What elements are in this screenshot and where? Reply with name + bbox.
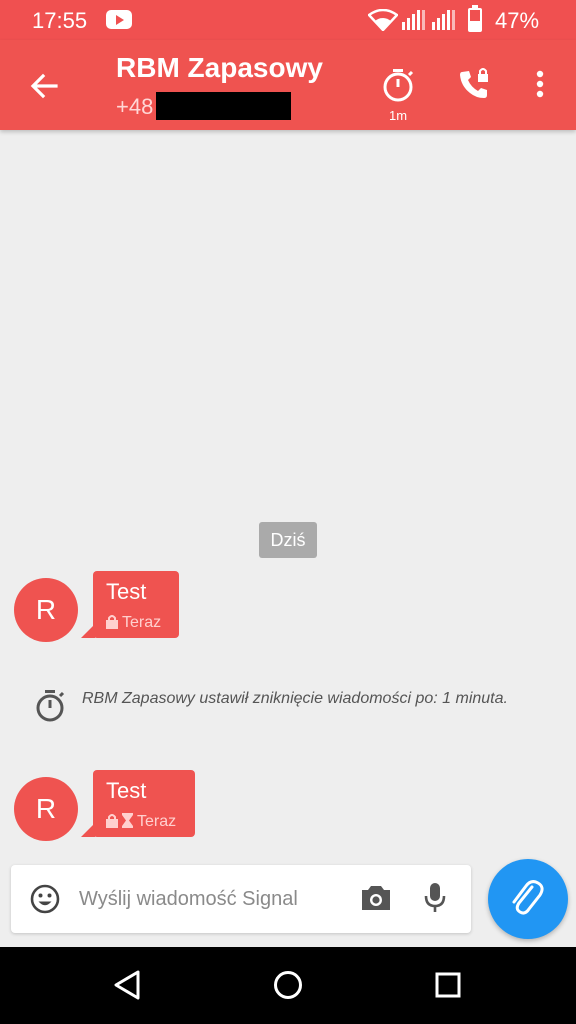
timer-update-text: RBM Zapasowy ustawił zniknięcie wiadomoś…	[82, 690, 508, 707]
attachment-button[interactable]	[488, 859, 568, 939]
microphone-icon[interactable]	[423, 881, 447, 915]
bubble-tail	[81, 624, 95, 638]
message-bubble[interactable]: Test Teraz	[81, 770, 195, 837]
redacted-phone-number	[156, 92, 291, 120]
conversation-phone: +48	[116, 94, 154, 119]
message-input[interactable]	[79, 881, 349, 917]
hourglass-icon	[122, 813, 133, 828]
message-meta: Teraz	[106, 614, 161, 632]
message-meta: Teraz	[106, 813, 176, 831]
conversation-toolbar: RBM Zapasowy +48 1m	[0, 40, 576, 130]
avatar[interactable]: R	[14, 777, 78, 841]
signal-icon	[432, 10, 455, 30]
message-text: Test	[106, 579, 147, 604]
paperclip-icon	[512, 880, 544, 915]
message-time: Teraz	[137, 813, 177, 830]
more-options-icon[interactable]	[520, 62, 560, 106]
message-bubble[interactable]: Test Teraz	[81, 571, 179, 638]
wifi-icon	[368, 9, 398, 31]
battery-icon	[468, 5, 482, 32]
conversation-title[interactable]: RBM Zapasowy	[116, 52, 323, 84]
message-time: Teraz	[122, 614, 162, 631]
secure-call-icon[interactable]	[452, 62, 496, 106]
message-text: Test	[106, 778, 147, 803]
emoji-icon[interactable]	[29, 883, 61, 915]
back-arrow-icon[interactable]	[24, 66, 64, 106]
system-navigation-bar	[0, 947, 576, 1024]
nav-home-icon[interactable]	[270, 967, 306, 1003]
youtube-icon	[106, 10, 132, 29]
lock-icon	[106, 615, 118, 629]
compose-bar	[11, 865, 471, 933]
nav-recents-icon[interactable]	[430, 967, 466, 1003]
battery-percent: 47%	[495, 8, 540, 33]
timer-icon	[36, 690, 65, 722]
lock-icon	[106, 814, 118, 828]
status-bar: 17:55 47%	[0, 0, 576, 40]
disappearing-timer-icon[interactable]	[376, 62, 420, 106]
camera-icon[interactable]	[359, 883, 393, 913]
avatar[interactable]: R	[14, 578, 78, 642]
timer-label: 1m	[388, 108, 408, 123]
signal-icon	[402, 10, 425, 30]
nav-back-icon[interactable]	[110, 967, 146, 1003]
status-time: 17:55	[32, 8, 88, 33]
date-divider: Dziś	[259, 522, 317, 558]
bubble-tail	[81, 823, 95, 837]
